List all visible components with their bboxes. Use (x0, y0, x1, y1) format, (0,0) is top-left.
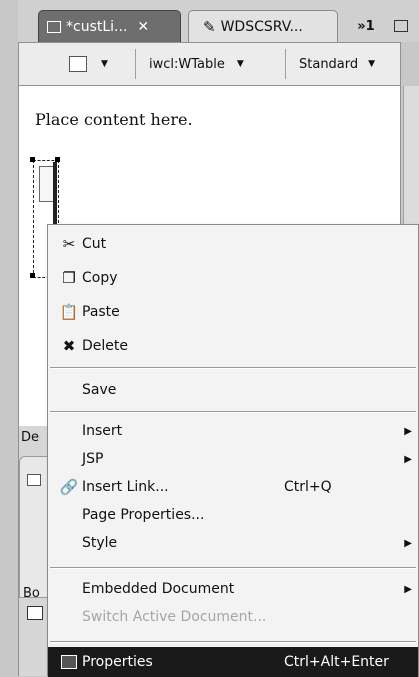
maximize-icon[interactable] (390, 10, 412, 42)
menu-item-shortcut: Ctrl+Q (284, 479, 332, 495)
tag-select-value: iwcl:WTable (149, 56, 225, 72)
panel-tab-fragment[interactable]: Bo (23, 586, 40, 601)
menu-item-label: Insert (82, 423, 123, 439)
tab-overflow-button[interactable]: »1 (348, 10, 384, 42)
chevron-down-icon: ▼ (368, 59, 376, 69)
chevron-right-icon: ▶ (404, 583, 412, 595)
menu-item-label: Insert Link... (82, 479, 169, 495)
resize-handle[interactable] (30, 157, 35, 162)
menu-item-label: JSP (82, 451, 104, 467)
chevron-right-icon: ▶ (404, 425, 412, 437)
menu-item-jsp[interactable]: JSP ▶ (48, 445, 418, 473)
editor-toolbar: ▼ iwcl:WTable ▼ Standard ▼ (18, 42, 401, 86)
menu-item-page-properties[interactable]: Page Properties... (48, 501, 418, 529)
grid-icon (27, 606, 43, 620)
menu-item-save[interactable]: Save (48, 373, 418, 407)
delete-icon: ✖ (62, 337, 76, 355)
tag-select[interactable]: iwcl:WTable ▼ (149, 53, 279, 75)
chevron-right-icon: ▶ (404, 537, 412, 549)
menu-item-label: Save (82, 382, 117, 398)
menu-separator (50, 411, 416, 413)
chevron-down-icon: ▼ (101, 59, 108, 69)
resize-handle[interactable] (30, 273, 35, 278)
style-select-value: Standard (299, 56, 359, 72)
menu-item-cut[interactable]: ✂ Cut (48, 227, 418, 261)
close-icon[interactable]: ✕ (137, 19, 149, 35)
panel-icon (27, 474, 41, 486)
paste-icon: 📋 (59, 303, 79, 321)
toolbar-divider (285, 49, 286, 79)
menu-item-style[interactable]: Style ▶ (48, 529, 418, 557)
menu-separator (50, 567, 416, 569)
menu-item-paste[interactable]: 📋 Paste (48, 295, 418, 329)
menu-item-insert-link[interactable]: 🔗 Insert Link... Ctrl+Q (48, 473, 418, 501)
link-icon: 🔗 (59, 478, 79, 496)
menu-item-label: Paste (82, 304, 120, 320)
chevron-right-icon: ▶ (404, 453, 412, 465)
properties-icon (60, 653, 78, 671)
menu-item-label: Delete (82, 338, 128, 354)
chevron-down-icon: ▼ (236, 59, 244, 69)
style-select[interactable]: Standard ▼ (299, 53, 399, 75)
tab-custlist-label: *custLi... (66, 18, 128, 35)
menu-item-label: Page Properties... (82, 507, 205, 523)
menu-item-label: Copy (82, 270, 118, 286)
menu-item-label: Embedded Document (82, 581, 235, 597)
tab-wdscsrv[interactable]: ✎ WDSCSRV... (188, 10, 338, 42)
pencil-icon: ✎ (203, 17, 216, 36)
tab-custlist[interactable]: *custLi... ✕ (38, 10, 181, 42)
paragraph-icon (69, 56, 87, 72)
scissors-icon: ✂ (62, 235, 76, 253)
page-file-icon (47, 20, 61, 33)
menu-separator (50, 641, 416, 643)
menu-item-label: Style (82, 535, 118, 551)
menu-item-switch-active-document: Switch Active Document... (48, 603, 418, 631)
toolbar-divider (135, 49, 136, 79)
menu-item-copy[interactable]: ❐ Copy (48, 261, 418, 295)
menu-item-embedded-document[interactable]: Embedded Document ▶ (48, 575, 418, 603)
menu-item-insert[interactable]: Insert ▶ (48, 417, 418, 445)
context-menu: ✂ Cut ❐ Copy 📋 Paste ✖ Delete Save Inser… (47, 224, 419, 677)
menu-item-label: Switch Active Document... (82, 609, 267, 625)
menu-item-shortcut: Ctrl+Alt+Enter (284, 654, 389, 670)
menu-item-label: Cut (82, 236, 107, 252)
editor-tab-bar: *custLi... ✕ ✎ WDSCSRV... »1 (18, 0, 419, 42)
menu-item-properties[interactable]: Properties Ctrl+Alt+Enter (48, 647, 418, 677)
copy-icon: ❐ (62, 269, 76, 287)
panel-tab-fragment[interactable]: De (21, 430, 39, 445)
tab-wdscsrv-label: WDSCSRV... (220, 18, 303, 35)
menu-separator (50, 367, 416, 369)
format-dropdown[interactable]: ▼ (69, 53, 125, 75)
placeholder-text: Place content here. (35, 110, 193, 129)
menu-item-delete[interactable]: ✖ Delete (48, 329, 418, 363)
menu-item-label: Properties (82, 654, 153, 670)
